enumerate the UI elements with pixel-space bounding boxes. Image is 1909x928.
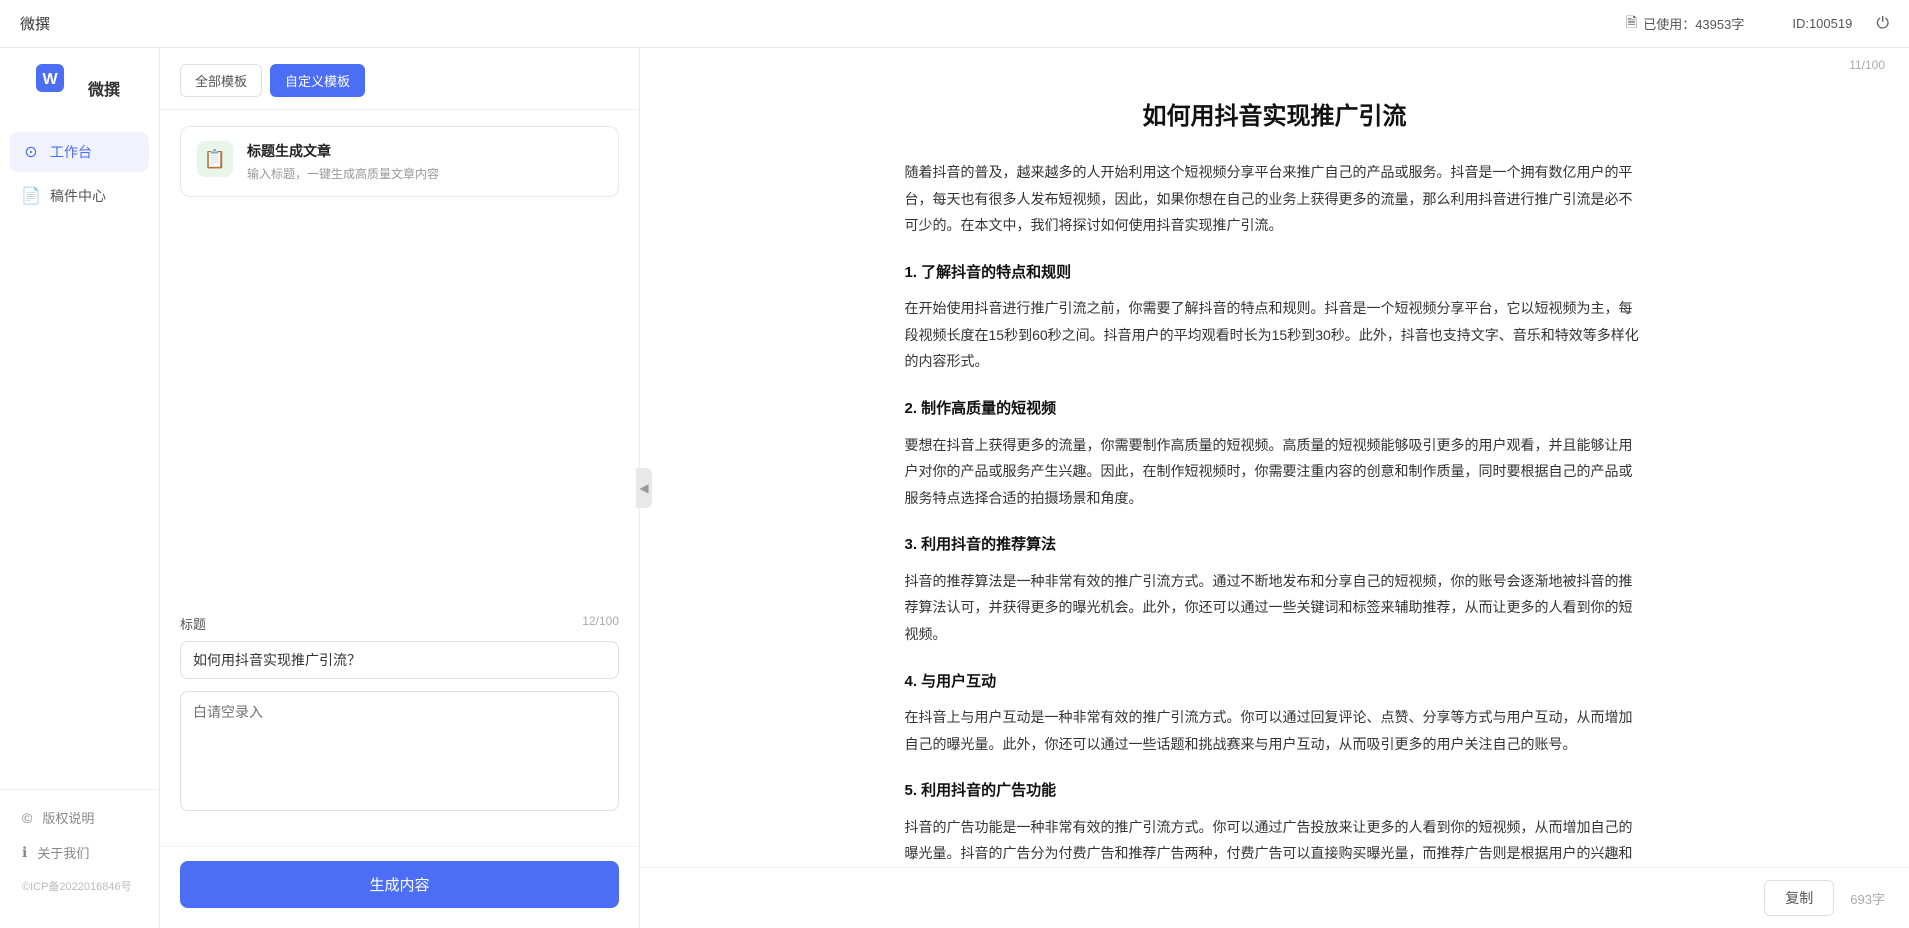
power-icon[interactable]: ⏻ xyxy=(1876,15,1889,33)
textarea-wrap xyxy=(180,691,619,816)
section-heading-2: 2. 制作高质量的短视频 xyxy=(905,395,1645,424)
tab-all[interactable]: 全部模板 xyxy=(180,64,262,97)
title-label: 标题 xyxy=(180,614,206,633)
usage-area: 🗎 已使用：43953字 xyxy=(1626,12,1744,36)
collapse-handle[interactable]: ◀ xyxy=(636,468,652,508)
drafts-icon: 📄 xyxy=(22,187,40,205)
tab-custom[interactable]: 自定义模板 xyxy=(270,64,365,97)
right-panel: 11/100 如何用抖音实现推广引流 随着抖音的普及，越来越多的人开始利用这个短… xyxy=(640,48,1909,928)
doc-footer: 复制 693字 xyxy=(640,867,1909,928)
generate-btn-wrap: 生成内容 xyxy=(160,847,639,928)
char-count: 12/100 xyxy=(582,614,619,633)
sidebar-footer: ©ICP备2022016846号 xyxy=(10,870,149,902)
doc-header: 11/100 xyxy=(640,48,1909,76)
left-panel: 全部模板 自定义模板 📋 标题生成文章 输入标题，一键生成高质量文章内容 标题 xyxy=(160,48,640,928)
form-area: 标题 12/100 xyxy=(160,598,639,832)
section-heading-3: 3. 利用抖音的推荐算法 xyxy=(905,531,1645,560)
svg-text:W: W xyxy=(42,71,58,88)
id-label: ID:100519 xyxy=(1792,16,1852,31)
about-icon: ℹ xyxy=(22,844,27,861)
template-icon: 📋 xyxy=(204,149,226,170)
template-title: 标题生成文章 xyxy=(247,141,439,161)
sidebar-item-label-copyright: 版权说明 xyxy=(42,808,94,827)
section-heading-4: 4. 与用户互动 xyxy=(905,668,1645,697)
template-desc: 输入标题，一键生成高质量文章内容 xyxy=(247,165,439,182)
doc-intro: 随着抖音的普及，越来越多的人开始利用这个短视频分享平台来推广自己的产品或服务。抖… xyxy=(905,159,1645,239)
template-icon-box: 📋 xyxy=(197,141,233,177)
workbench-icon: ⊙ xyxy=(22,143,40,161)
doc-icon: 🗎 xyxy=(1626,12,1637,36)
usage-label: 已使用：43953字 xyxy=(1643,14,1744,33)
sidebar-item-copyright[interactable]: © 版权说明 xyxy=(10,800,149,835)
doc-title: 如何用抖音实现推广引流 xyxy=(905,96,1645,131)
doc-body: 随着抖音的普及，越来越多的人开始利用这个短视频分享平台来推广自己的产品或服务。抖… xyxy=(905,159,1645,867)
sidebar-item-drafts[interactable]: 📄 稿件中心 xyxy=(10,176,149,216)
section-content-5: 抖音的广告功能是一种非常有效的推广引流方式。你可以通过广告投放来让更多的人看到你… xyxy=(905,814,1645,867)
main-content: 全部模板 自定义模板 📋 标题生成文章 输入标题，一键生成高质量文章内容 标题 xyxy=(160,48,1909,928)
logo-text: 微撰 xyxy=(88,76,120,100)
logo-icon: W xyxy=(18,64,82,112)
title-input[interactable] xyxy=(180,641,619,679)
section-content-4: 在抖音上与用户互动是一种非常有效的推广引流方式。你可以通过回复评论、点赞、分享等… xyxy=(905,704,1645,757)
sidebar-item-label-drafts: 稿件中心 xyxy=(50,186,106,206)
template-info: 标题生成文章 输入标题，一键生成高质量文章内容 xyxy=(247,141,439,182)
sidebar-item-workbench[interactable]: ⊙ 工作台 xyxy=(10,132,149,172)
chevron-left-icon: ◀ xyxy=(639,481,648,495)
copyright-icon: © xyxy=(22,810,32,826)
doc-content[interactable]: 如何用抖音实现推广引流 随着抖音的普及，越来越多的人开始利用这个短视频分享平台来… xyxy=(845,76,1705,867)
panel-tabs: 全部模板 自定义模板 xyxy=(160,48,639,110)
template-card-title-article[interactable]: 📋 标题生成文章 输入标题，一键生成高质量文章内容 xyxy=(180,126,619,197)
generate-btn[interactable]: 生成内容 xyxy=(180,861,619,908)
app-title: 微撰 xyxy=(20,13,50,34)
topbar: 微撰 🗎 已使用：43953字 ID:100519 ⏻ xyxy=(0,0,1909,48)
section-heading-1: 1. 了解抖音的特点和规则 xyxy=(905,259,1645,288)
sidebar: W 微撰 ⊙ 工作台 📄 稿件中心 © 版权说明 ℹ 关于我们 xyxy=(0,48,160,928)
sidebar-bottom: © 版权说明 ℹ 关于我们 ©ICP备2022016846号 xyxy=(0,789,159,912)
word-count: 693字 xyxy=(1850,889,1885,908)
content-textarea[interactable] xyxy=(180,691,619,811)
template-list: 📋 标题生成文章 输入标题，一键生成高质量文章内容 xyxy=(160,110,639,598)
logo-area: W 微撰 xyxy=(0,64,159,132)
page-info: 11/100 xyxy=(1849,58,1885,72)
sidebar-item-about[interactable]: ℹ 关于我们 xyxy=(10,835,149,870)
copy-button[interactable]: 复制 xyxy=(1764,880,1834,916)
top-right-area: 🗎 已使用：43953字 ID:100519 ⏻ xyxy=(1626,12,1889,36)
title-label-row: 标题 12/100 xyxy=(180,614,619,633)
main-layout: W 微撰 ⊙ 工作台 📄 稿件中心 © 版权说明 ℹ 关于我们 xyxy=(0,48,1909,928)
section-content-2: 要想在抖音上获得更多的流量，你需要制作高质量的短视频。高质量的短视频能够吸引更多… xyxy=(905,432,1645,512)
sidebar-item-label-workbench: 工作台 xyxy=(50,142,92,162)
section-content-1: 在开始使用抖音进行推广引流之前，你需要了解抖音的特点和规则。抖音是一个短视频分享… xyxy=(905,295,1645,375)
section-heading-5: 5. 利用抖音的广告功能 xyxy=(905,777,1645,806)
sidebar-item-label-about: 关于我们 xyxy=(37,843,89,862)
sidebar-nav: ⊙ 工作台 📄 稿件中心 xyxy=(0,132,159,789)
section-content-3: 抖音的推荐算法是一种非常有效的推广引流方式。通过不断地发布和分享自己的短视频，你… xyxy=(905,568,1645,648)
